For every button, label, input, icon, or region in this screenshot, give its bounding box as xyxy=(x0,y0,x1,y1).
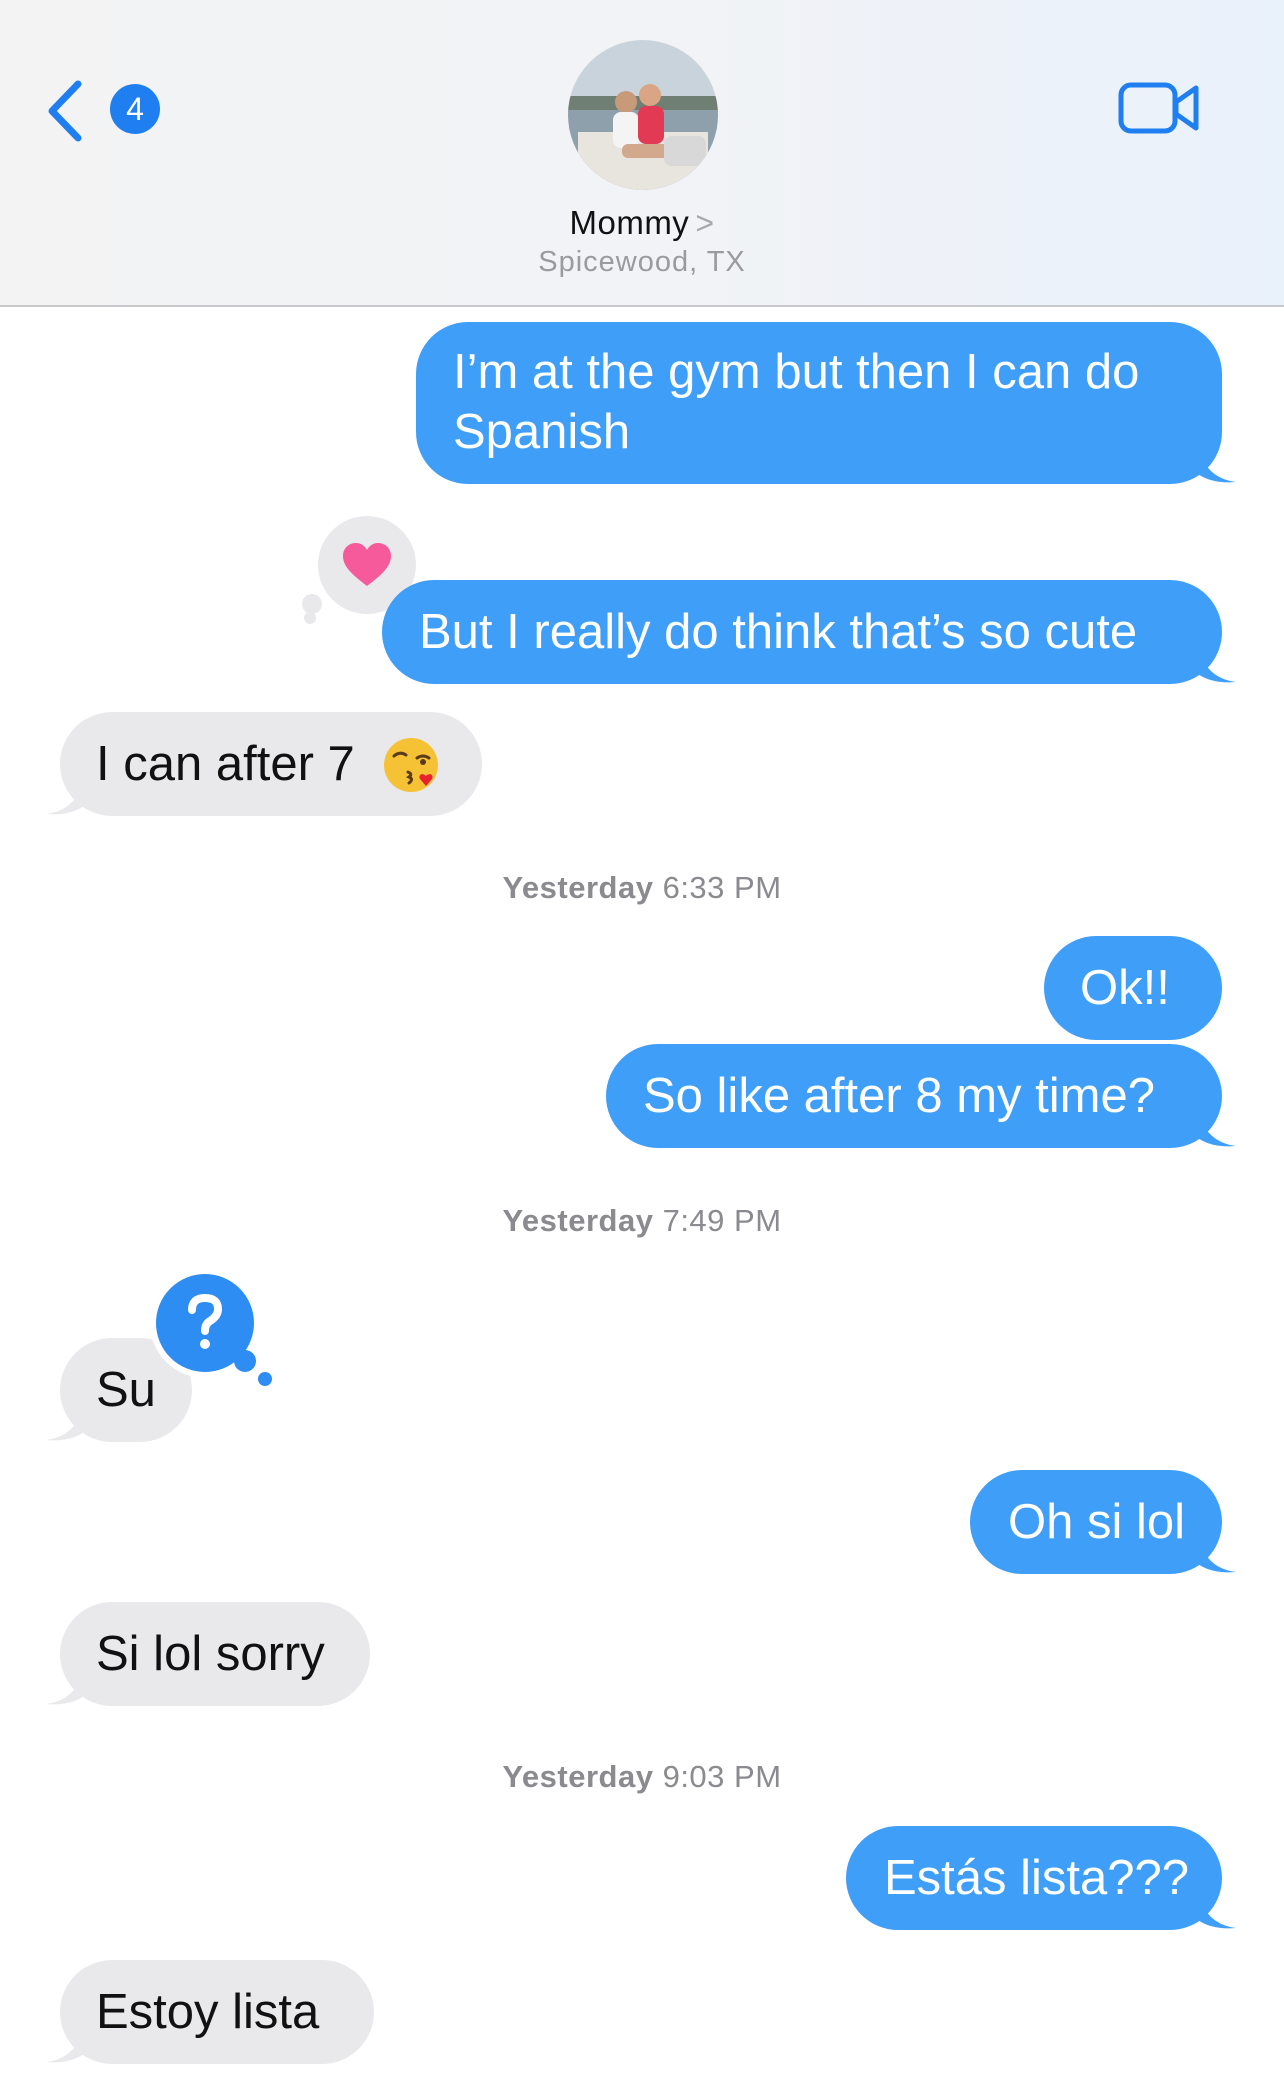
timestamp-time: 7:49 PM xyxy=(662,1203,782,1238)
message-text: I’m at the gym but then I can do xyxy=(453,345,1140,399)
timestamp-day: Yesterday xyxy=(502,870,654,905)
timestamp-day: Yesterday xyxy=(502,1759,654,1794)
back-button[interactable]: 4 xyxy=(44,74,160,144)
outgoing-message[interactable]: Estás lista??? xyxy=(846,1826,1236,1930)
bubble-tail xyxy=(1198,644,1236,683)
contact-name[interactable]: Mommy > xyxy=(0,204,1284,242)
message-text: So like after 8 my time? xyxy=(643,1069,1155,1123)
message-text: Oh si lol xyxy=(1008,1495,1186,1549)
message-text: Estás lista??? xyxy=(884,1851,1190,1905)
incoming-message[interactable]: I can after 7 xyxy=(46,712,482,816)
bubble-tail xyxy=(46,1402,84,1441)
bubble-tail xyxy=(1198,1534,1236,1573)
bubble-tail xyxy=(46,776,84,815)
unread-count-badge: 4 xyxy=(110,84,160,134)
message-text: Su xyxy=(96,1363,156,1417)
outgoing-message[interactable]: But I really do think that’s so cute xyxy=(382,580,1236,684)
timestamp: Yesterday 6:33 PM xyxy=(0,870,1284,906)
timestamp-day: Yesterday xyxy=(502,1203,654,1238)
contact-location: Spicewood, TX xyxy=(538,246,746,278)
incoming-message[interactable]: Estoy lista xyxy=(46,1960,374,2064)
tapback-dot xyxy=(304,612,316,624)
timestamp-time: 9:03 PM xyxy=(662,1759,782,1794)
message-text: Estoy lista xyxy=(96,1985,320,2039)
outgoing-message[interactable]: I’m at the gym but then I can do Spanish xyxy=(416,322,1236,484)
chevron-right-icon: > xyxy=(695,205,715,241)
bubble-tail xyxy=(1198,1108,1236,1147)
video-camera-icon xyxy=(1118,82,1199,134)
kissing-face-emoji xyxy=(384,738,438,792)
timestamp-time: 6:33 PM xyxy=(662,870,782,905)
avatar-photo xyxy=(568,40,718,190)
outgoing-message[interactable]: So like after 8 my time? xyxy=(606,1044,1236,1148)
bubble-tail xyxy=(46,2024,84,2063)
bubble-tail xyxy=(1198,444,1236,483)
incoming-message[interactable]: Si lol sorry xyxy=(46,1602,370,1706)
tapback-dot xyxy=(302,594,322,614)
timestamp: Yesterday 9:03 PM xyxy=(0,1759,1284,1795)
message-text: Ok!! xyxy=(1080,961,1170,1015)
outgoing-message[interactable]: Ok!! xyxy=(1044,936,1222,1040)
question-mark-icon xyxy=(188,1294,223,1349)
timestamp: Yesterday 7:49 PM xyxy=(0,1203,1284,1239)
message-text: Si lol sorry xyxy=(96,1627,325,1681)
bubble-tail xyxy=(46,1666,84,1705)
chevron-left-icon xyxy=(48,80,82,142)
facetime-video-button[interactable] xyxy=(1118,80,1202,136)
contact-name-text: Mommy xyxy=(569,204,690,241)
contact-avatar[interactable] xyxy=(568,40,718,190)
heart-icon xyxy=(343,543,391,586)
outgoing-message[interactable]: Oh si lol xyxy=(970,1470,1236,1574)
message-text: I can after 7 xyxy=(96,737,355,791)
tapback-dot xyxy=(258,1372,272,1386)
message-text: But I really do think that’s so cute xyxy=(419,605,1138,659)
tapback-dot xyxy=(234,1350,256,1372)
conversation-header: 4 Mommy > Spicewood, TX xyxy=(0,0,1284,307)
message-text: Spanish xyxy=(453,405,631,459)
bubble-tail xyxy=(1198,1890,1236,1929)
